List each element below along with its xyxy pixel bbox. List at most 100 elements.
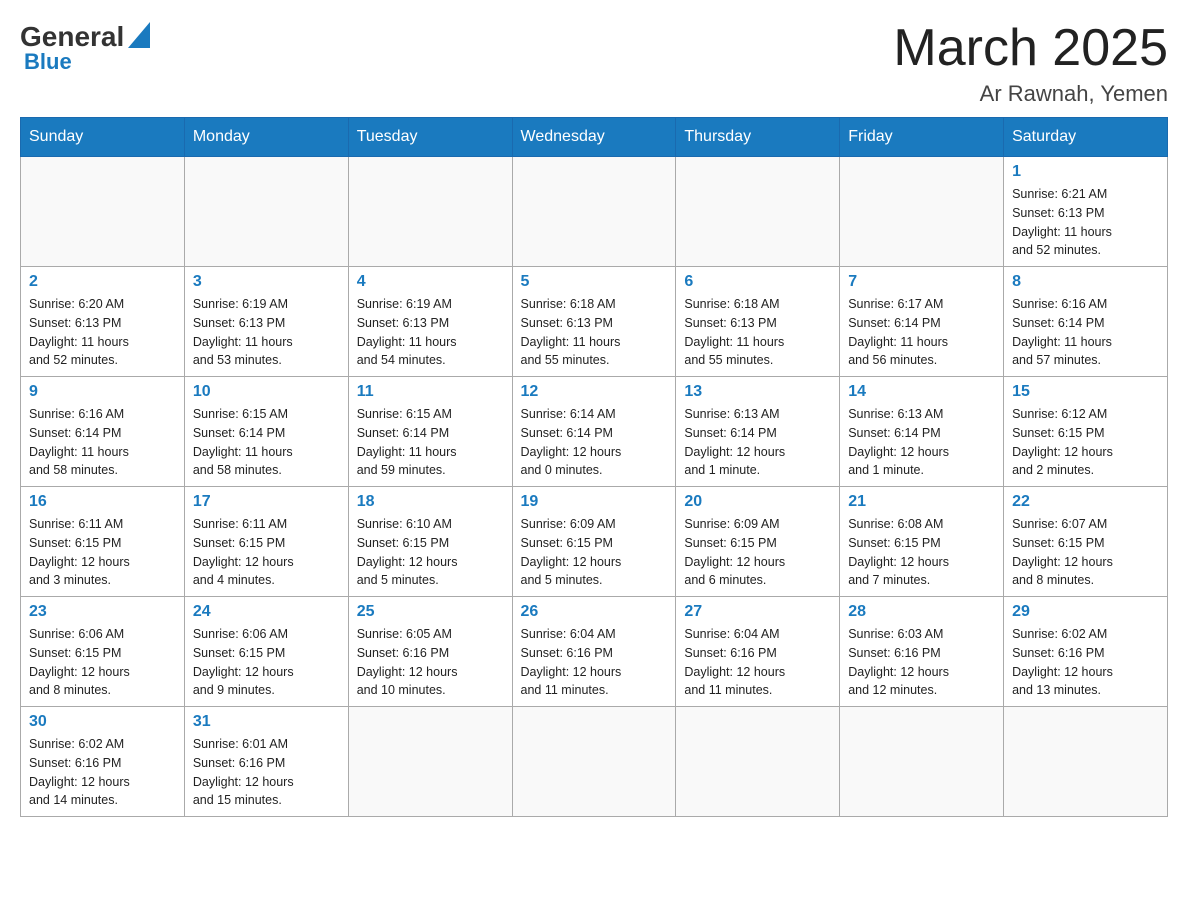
day-number: 13 (684, 383, 831, 401)
title-block: March 2025 Ar Rawnah, Yemen (893, 20, 1168, 107)
month-title: March 2025 (893, 20, 1168, 77)
weekday-header-sunday: Sunday (21, 118, 185, 157)
calendar-week-4: 16Sunrise: 6:11 AM Sunset: 6:15 PM Dayli… (21, 487, 1168, 597)
calendar-cell: 4 Sunrise: 6:19 AM Sunset: 6:13 PM Daylig… (348, 267, 512, 377)
day-number: 24 (193, 603, 340, 621)
day-info: Sunrise: 6:13 AM Sunset: 6:14 PM Dayligh… (684, 405, 831, 480)
day-number: 2 (29, 273, 176, 291)
calendar-cell (1004, 707, 1168, 817)
calendar-cell: 3 Sunrise: 6:19 AM Sunset: 6:13 PM Daylig… (184, 267, 348, 377)
calendar-cell: 27 Sunrise: 6:04 AM Sunset: 6:16 PM Dayli… (676, 597, 840, 707)
day-number: 19 (521, 493, 668, 511)
calendar-week-2: 2 Sunrise: 6:20 AM Sunset: 6:13 PM Daylig… (21, 267, 1168, 377)
day-number: 27 (684, 603, 831, 621)
day-number: 4 (357, 273, 504, 291)
calendar-cell: 22 Sunrise: 6:07 AM Sunset: 6:15 PM Dayli… (1004, 487, 1168, 597)
calendar-cell: 30 Sunrise: 6:02 AM Sunset: 6:16 PM Dayli… (21, 707, 185, 817)
calendar-cell: 12 Sunrise: 6:14 AM Sunset: 6:14 PM Dayli… (512, 377, 676, 487)
calendar-cell: 18 Sunrise: 6:10 AM Sunset: 6:15 PM Dayli… (348, 487, 512, 597)
day-number: 5 (521, 273, 668, 291)
calendar-cell: 23Sunrise: 6:06 AM Sunset: 6:15 PM Dayli… (21, 597, 185, 707)
day-info: Sunrise: 6:14 AM Sunset: 6:14 PM Dayligh… (521, 405, 668, 480)
day-number: 26 (521, 603, 668, 621)
day-number: 11 (357, 383, 504, 401)
day-info: Sunrise: 6:02 AM Sunset: 6:16 PM Dayligh… (29, 735, 176, 810)
logo-blue-text: Blue (24, 49, 72, 75)
day-info: Sunrise: 6:08 AM Sunset: 6:15 PM Dayligh… (848, 515, 995, 590)
calendar-cell: 20Sunrise: 6:09 AM Sunset: 6:15 PM Dayli… (676, 487, 840, 597)
logo: General Blue (20, 20, 150, 75)
day-number: 29 (1012, 603, 1159, 621)
page-header: General Blue March 2025 Ar Rawnah, Yemen (20, 20, 1168, 107)
day-info: Sunrise: 6:17 AM Sunset: 6:14 PM Dayligh… (848, 295, 995, 370)
day-number: 10 (193, 383, 340, 401)
day-info: Sunrise: 6:16 AM Sunset: 6:14 PM Dayligh… (1012, 295, 1159, 370)
day-info: Sunrise: 6:19 AM Sunset: 6:13 PM Dayligh… (193, 295, 340, 370)
day-number: 7 (848, 273, 995, 291)
day-info: Sunrise: 6:05 AM Sunset: 6:16 PM Dayligh… (357, 625, 504, 700)
calendar-cell: 7 Sunrise: 6:17 AM Sunset: 6:14 PM Daylig… (840, 267, 1004, 377)
day-number: 8 (1012, 273, 1159, 291)
day-info: Sunrise: 6:16 AM Sunset: 6:14 PM Dayligh… (29, 405, 176, 480)
day-info: Sunrise: 6:18 AM Sunset: 6:13 PM Dayligh… (684, 295, 831, 370)
calendar-cell (512, 707, 676, 817)
calendar-cell: 1Sunrise: 6:21 AM Sunset: 6:13 PM Daylig… (1004, 157, 1168, 267)
day-number: 1 (1012, 163, 1159, 181)
day-info: Sunrise: 6:02 AM Sunset: 6:16 PM Dayligh… (1012, 625, 1159, 700)
day-number: 23 (29, 603, 176, 621)
day-number: 12 (521, 383, 668, 401)
calendar-cell (348, 707, 512, 817)
day-info: Sunrise: 6:15 AM Sunset: 6:14 PM Dayligh… (357, 405, 504, 480)
day-info: Sunrise: 6:04 AM Sunset: 6:16 PM Dayligh… (684, 625, 831, 700)
weekday-header-monday: Monday (184, 118, 348, 157)
calendar-table: SundayMondayTuesdayWednesdayThursdayFrid… (20, 117, 1168, 817)
calendar-cell (676, 707, 840, 817)
calendar-cell: 26 Sunrise: 6:04 AM Sunset: 6:16 PM Dayli… (512, 597, 676, 707)
calendar-week-3: 9Sunrise: 6:16 AM Sunset: 6:14 PM Daylig… (21, 377, 1168, 487)
calendar-cell: 10Sunrise: 6:15 AM Sunset: 6:14 PM Dayli… (184, 377, 348, 487)
logo-triangle-icon (128, 22, 150, 53)
location-title: Ar Rawnah, Yemen (893, 81, 1168, 107)
weekday-header-friday: Friday (840, 118, 1004, 157)
weekday-header-saturday: Saturday (1004, 118, 1168, 157)
day-info: Sunrise: 6:07 AM Sunset: 6:15 PM Dayligh… (1012, 515, 1159, 590)
calendar-cell: 16Sunrise: 6:11 AM Sunset: 6:15 PM Dayli… (21, 487, 185, 597)
day-number: 28 (848, 603, 995, 621)
day-number: 20 (684, 493, 831, 511)
day-info: Sunrise: 6:03 AM Sunset: 6:16 PM Dayligh… (848, 625, 995, 700)
day-number: 22 (1012, 493, 1159, 511)
day-info: Sunrise: 6:01 AM Sunset: 6:16 PM Dayligh… (193, 735, 340, 810)
calendar-cell (184, 157, 348, 267)
day-info: Sunrise: 6:04 AM Sunset: 6:16 PM Dayligh… (521, 625, 668, 700)
day-number: 30 (29, 713, 176, 731)
calendar-cell: 13 Sunrise: 6:13 AM Sunset: 6:14 PM Dayli… (676, 377, 840, 487)
calendar-cell: 8 Sunrise: 6:16 AM Sunset: 6:14 PM Daylig… (1004, 267, 1168, 377)
calendar-week-5: 23Sunrise: 6:06 AM Sunset: 6:15 PM Dayli… (21, 597, 1168, 707)
day-info: Sunrise: 6:10 AM Sunset: 6:15 PM Dayligh… (357, 515, 504, 590)
day-number: 3 (193, 273, 340, 291)
day-info: Sunrise: 6:13 AM Sunset: 6:14 PM Dayligh… (848, 405, 995, 480)
calendar-week-1: 1Sunrise: 6:21 AM Sunset: 6:13 PM Daylig… (21, 157, 1168, 267)
day-number: 14 (848, 383, 995, 401)
calendar-cell: 15Sunrise: 6:12 AM Sunset: 6:15 PM Dayli… (1004, 377, 1168, 487)
logo-general-text: General (20, 21, 124, 53)
day-number: 25 (357, 603, 504, 621)
day-number: 18 (357, 493, 504, 511)
day-info: Sunrise: 6:11 AM Sunset: 6:15 PM Dayligh… (29, 515, 176, 590)
calendar-cell (512, 157, 676, 267)
calendar-cell: 6Sunrise: 6:18 AM Sunset: 6:13 PM Daylig… (676, 267, 840, 377)
day-number: 31 (193, 713, 340, 731)
day-info: Sunrise: 6:20 AM Sunset: 6:13 PM Dayligh… (29, 295, 176, 370)
day-number: 21 (848, 493, 995, 511)
weekday-header-row: SundayMondayTuesdayWednesdayThursdayFrid… (21, 118, 1168, 157)
day-number: 17 (193, 493, 340, 511)
calendar-cell: 11 Sunrise: 6:15 AM Sunset: 6:14 PM Dayli… (348, 377, 512, 487)
day-info: Sunrise: 6:09 AM Sunset: 6:15 PM Dayligh… (521, 515, 668, 590)
calendar-week-6: 30 Sunrise: 6:02 AM Sunset: 6:16 PM Dayli… (21, 707, 1168, 817)
weekday-header-wednesday: Wednesday (512, 118, 676, 157)
calendar-cell: 9Sunrise: 6:16 AM Sunset: 6:14 PM Daylig… (21, 377, 185, 487)
day-info: Sunrise: 6:12 AM Sunset: 6:15 PM Dayligh… (1012, 405, 1159, 480)
calendar-cell (676, 157, 840, 267)
day-info: Sunrise: 6:19 AM Sunset: 6:13 PM Dayligh… (357, 295, 504, 370)
calendar-cell: 2 Sunrise: 6:20 AM Sunset: 6:13 PM Daylig… (21, 267, 185, 377)
